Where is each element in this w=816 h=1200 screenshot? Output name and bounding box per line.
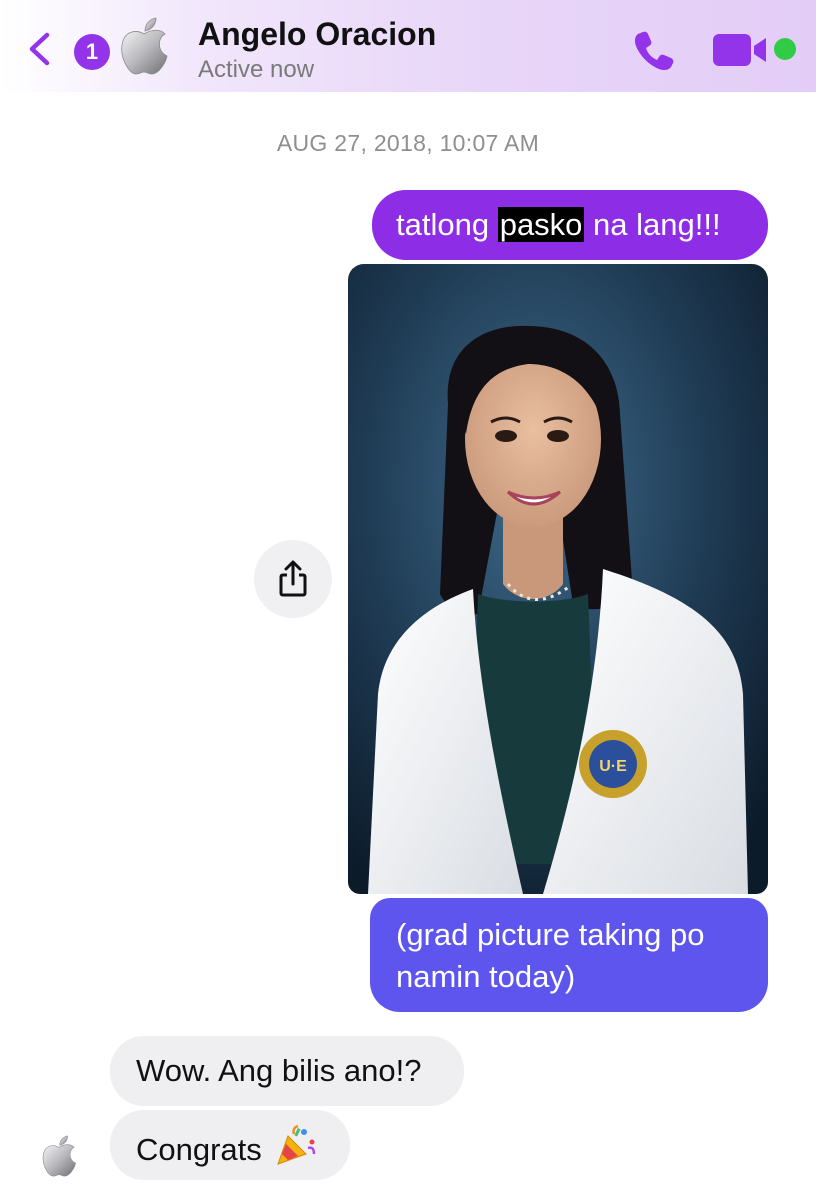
share-icon xyxy=(279,560,307,597)
active-indicator-dot xyxy=(774,38,796,60)
outgoing-message-bubble[interactable]: (grad picture taking po namin today) xyxy=(370,898,768,1012)
phone-icon[interactable] xyxy=(630,26,678,74)
messenger-chat-screen: 1 Angelo Oracion Active now AUG 27, 2018… xyxy=(0,0,816,1200)
apple-logo-icon[interactable] xyxy=(36,1130,82,1182)
video-camera-icon[interactable] xyxy=(712,32,770,68)
incoming-message-bubble[interactable]: Congrats xyxy=(110,1110,350,1180)
message-text: tatlong xyxy=(396,207,498,242)
message-timestamp: AUG 27, 2018, 10:07 AM xyxy=(276,130,540,156)
message-text: Congrats xyxy=(136,1132,262,1167)
chevron-left-icon xyxy=(29,32,50,66)
apple-logo-icon[interactable] xyxy=(112,14,176,78)
contact-name[interactable]: Angelo Oracion xyxy=(198,16,436,53)
message-text: na lang!!! xyxy=(584,207,721,242)
back-button[interactable]: 1 xyxy=(22,22,110,74)
svg-text:U·E: U·E xyxy=(599,758,627,775)
graduation-photo[interactable]: U·E xyxy=(348,264,768,894)
unread-count-badge: 1 xyxy=(74,34,110,70)
incoming-message-bubble[interactable]: Wow. Ang bilis ano!? xyxy=(110,1036,464,1106)
share-button[interactable] xyxy=(254,540,332,618)
party-popper-icon xyxy=(277,1124,316,1165)
outgoing-message-bubble[interactable]: tatlong pasko na lang!!! xyxy=(372,190,768,260)
chat-header: 1 Angelo Oracion Active now xyxy=(0,0,816,92)
highlighted-word: pasko xyxy=(497,207,585,242)
active-status: Active now xyxy=(198,56,315,83)
